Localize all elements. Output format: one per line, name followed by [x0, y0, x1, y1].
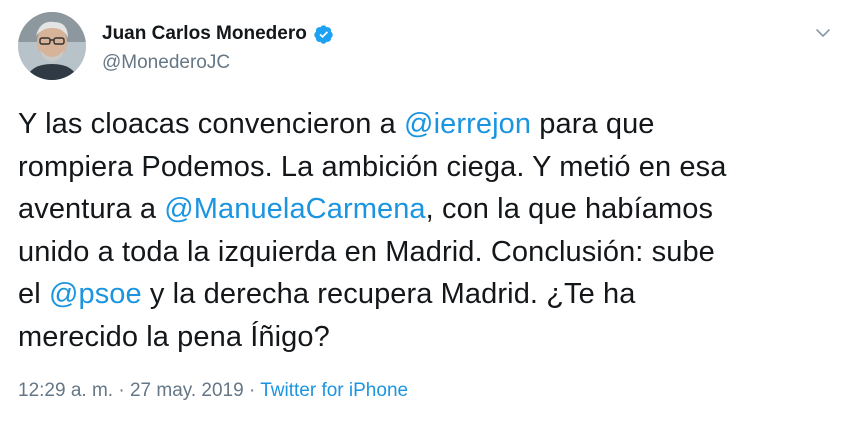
- author-display-name[interactable]: Juan Carlos Monedero: [102, 23, 307, 45]
- tweet-line: aventura a @ManuelaCarmena, con la que h…: [18, 188, 833, 231]
- tweet-meta: 12:29 a. m. · 27 may. 2019 · Twitter for…: [18, 380, 408, 402]
- verified-badge-icon: [313, 24, 334, 45]
- author-handle[interactable]: @MonederoJC: [102, 52, 230, 74]
- avatar[interactable]: [18, 12, 86, 80]
- tweet-line: el @psoe y la derecha recupera Madrid. ¿…: [18, 273, 833, 316]
- tweet-text: Y las cloacas convencieron a @ierrejon p…: [18, 103, 833, 358]
- meta-separator: ·: [113, 380, 130, 401]
- tweet-text-segment: y la derecha recupera Madrid. ¿Te ha: [141, 278, 636, 310]
- tweet-line: Y las cloacas convencieron a @ierrejon p…: [18, 103, 833, 146]
- tweet-line: rompiera Podemos. La ambición ciega. Y m…: [18, 150, 727, 183]
- tweet-text-segment: para que: [531, 108, 655, 140]
- mention-link-psoe[interactable]: @psoe: [49, 278, 142, 310]
- author-name-row[interactable]: Juan Carlos Monedero: [102, 23, 334, 45]
- tweet-text-segment: , con la que habíamos: [425, 193, 714, 225]
- meta-separator: ·: [243, 380, 261, 401]
- tweet-card: Juan Carlos Monedero @MonederoJC Y las c…: [0, 0, 850, 424]
- tweet-line: unido a toda la izquierda en Madrid. Con…: [18, 235, 715, 268]
- tweet-text-segment: aventura a: [18, 193, 165, 225]
- tweet-time[interactable]: 12:29 a. m.: [18, 380, 113, 401]
- mention-link-manuelacarmena[interactable]: @ManuelaCarmena: [164, 193, 425, 225]
- tweet-date[interactable]: 27 may. 2019: [130, 380, 244, 401]
- tweet-text-segment: Y las cloacas convencieron a: [18, 108, 405, 140]
- chevron-down-icon[interactable]: [812, 22, 834, 44]
- tweet-text-segment: el: [18, 278, 49, 310]
- tweet-line: merecido la pena Íñigo?: [18, 320, 330, 353]
- tweet-source-link[interactable]: Twitter for iPhone: [260, 380, 408, 401]
- mention-link-ierrejon[interactable]: @ierrejon: [404, 108, 531, 140]
